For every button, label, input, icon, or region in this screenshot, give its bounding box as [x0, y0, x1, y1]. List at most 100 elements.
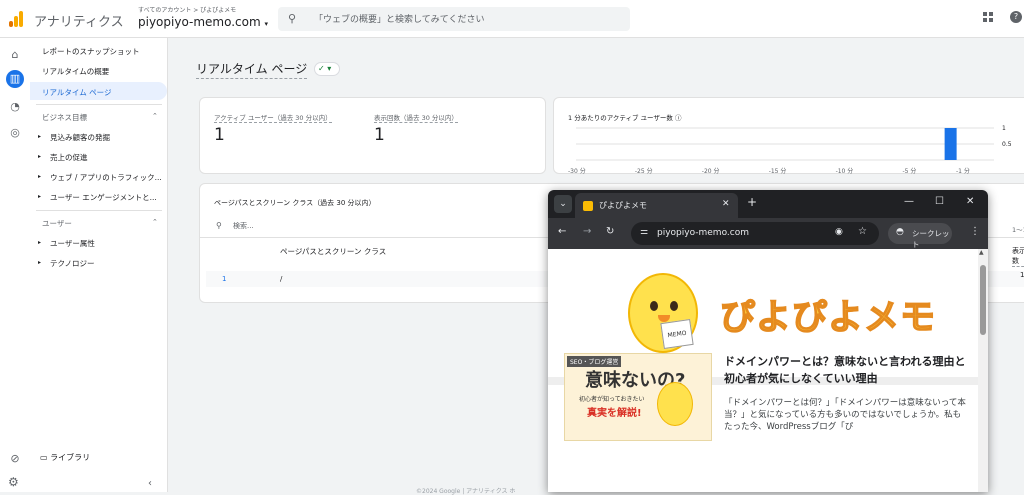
back-arrow-icon[interactable]: ←	[558, 226, 566, 237]
section-business-goals[interactable]: ビジネス目標	[42, 112, 87, 123]
nav-realtime-overview[interactable]: リアルタイムの概要	[42, 66, 109, 77]
caret-right-icon: ▸	[38, 133, 42, 140]
close-tab-icon[interactable]: ✕	[722, 199, 730, 209]
explore-icon[interactable]: ◔	[6, 98, 24, 116]
nav-drive-sales[interactable]: 売上の促進	[50, 152, 88, 163]
nav-demographics[interactable]: ユーザー属性	[50, 238, 95, 249]
minimize-icon[interactable]: —	[904, 196, 914, 207]
page-title: リアルタイム ページ	[196, 60, 308, 79]
nav-web-app-traffic[interactable]: ウェブ / アプリのトラフィック...	[50, 172, 162, 183]
nav-report-snapshot[interactable]: レポートのスナップショット	[42, 46, 140, 57]
settings-gear-icon[interactable]: ⚙	[8, 475, 19, 489]
caret-right-icon: ▸	[38, 153, 42, 160]
chevron-up-icon[interactable]: ⌃	[152, 218, 158, 226]
maximize-icon[interactable]: ☐	[935, 196, 944, 207]
table-pager: 1〜1/1	[1012, 226, 1024, 234]
web-page: MEMO ぴよぴよメモ SEO・ブログ運営 意味ないの? 初心者が知っておきたい…	[548, 249, 978, 492]
browser-tab-bar: ⌄ ぴよぴよメモ ✕ + — ☐ ✕	[548, 190, 988, 218]
metric-views-label[interactable]: 表示回数（過去 30 分以内）	[374, 112, 458, 123]
active-users-per-minute-card: 1 分あたりのアクティブ ユーザー数 ⓘ 1 0.5 -30 分 -25 分 -20 分…	[553, 97, 1024, 175]
address-url: piyopiyo-memo.com	[657, 228, 750, 238]
post-title-link[interactable]: ドメインパワーとは？意味ないと言われる理由と初心者が気にしなくていい理由	[724, 353, 968, 387]
window-close-icon[interactable]: ✕	[966, 196, 974, 207]
eye-off-icon[interactable]: ◉	[835, 227, 843, 237]
new-tab-icon[interactable]: +	[747, 195, 757, 209]
browser-toolbar: ← → ↻ ⚌ piyopiyo-memo.com ◉ ☆ ◓ シークレット	[548, 218, 988, 249]
thumbnail-subtext: 初心者が知っておきたい	[579, 396, 645, 403]
collapse-nav-icon[interactable]: ‹	[148, 478, 152, 489]
status-check-icon[interactable]: ✓ ▾	[314, 62, 340, 76]
thumbnail-highlight: 真実を解説!	[587, 408, 642, 419]
caret-right-icon: ▸	[38, 173, 42, 180]
tab-title: ぴよぴよメモ	[599, 201, 647, 210]
thumbnail-chick-icon	[657, 382, 693, 426]
property-selector[interactable]: piyopiyo-memo.com ▾	[138, 15, 268, 29]
x-tick-label: -10 分	[836, 167, 854, 175]
property-name: piyopiyo-memo.com	[138, 15, 261, 29]
analytics-logo-icon[interactable]	[9, 11, 23, 27]
scrollbar-thumb[interactable]	[980, 265, 986, 335]
site-favicon-icon	[583, 201, 593, 211]
metric-active-users-value: 1	[214, 125, 225, 145]
table-search-input[interactable]: 検索...	[233, 221, 254, 231]
incognito-icon: ◓	[896, 227, 904, 237]
x-tick-label: -5 分	[902, 167, 916, 175]
x-tick-label: -15 分	[769, 167, 787, 175]
metrics-card: アクティブ ユーザー（過去 30 分以内） 1 表示回数（過去 30 分以内） …	[199, 97, 546, 174]
forward-arrow-icon[interactable]: →	[583, 226, 591, 237]
nav-generate-leads[interactable]: 見込み顧客の発掘	[50, 132, 110, 143]
top-bar: アナリティクス すべてのアカウント > ぴよぴよメモ piyopiyo-memo…	[0, 0, 1024, 38]
browser-tab[interactable]: ぴよぴよメモ ✕	[575, 193, 738, 218]
metric-active-users-label[interactable]: アクティブ ユーザー（過去 30 分以内）	[214, 112, 332, 123]
bookmark-star-icon[interactable]: ☆	[858, 226, 867, 237]
advertising-icon[interactable]: ◎	[6, 124, 24, 142]
nav-user-engagement[interactable]: ユーザー エンゲージメントと...	[50, 192, 157, 203]
table-title: ページパスとスクリーン クラス（過去 30 分以内）	[214, 199, 376, 207]
browser-window: ⌄ ぴよぴよメモ ✕ + — ☐ ✕ ← → ↻ ⚌ piyopiyo-memo…	[548, 190, 988, 492]
chart-bar	[944, 128, 957, 160]
reports-icon[interactable]: ▥	[6, 70, 24, 88]
tab-list-chevron-icon[interactable]: ⌄	[554, 195, 572, 213]
search-icon: ⚲	[216, 221, 222, 230]
chevron-down-icon: ▾	[264, 20, 269, 28]
x-tick-label: -20 分	[702, 167, 720, 175]
library-link[interactable]: ▭ ライブラリ	[40, 452, 90, 463]
help-icon[interactable]: ?	[1010, 11, 1022, 23]
nav-realtime-pages[interactable]: リアルタイム ページ	[30, 82, 167, 100]
row-views-value: 1	[1020, 271, 1024, 279]
site-info-icon[interactable]: ⚌	[640, 227, 648, 237]
reload-icon[interactable]: ↻	[606, 226, 614, 237]
section-user[interactable]: ユーザー	[42, 218, 72, 229]
chick-eye	[650, 301, 658, 311]
search-input[interactable]: ⚲ 「ウェブの概要」と検索してみてください	[278, 7, 630, 31]
column-header-page-path[interactable]: ページパスとスクリーン クラス	[280, 246, 386, 257]
nav-technology[interactable]: テクノロジー	[50, 258, 95, 269]
incognito-button[interactable]: ◓ シークレット	[888, 223, 952, 249]
post-excerpt: 「ドメインパワーとは何？」「ドメインパワーは意味ないって本当？」と気になっている…	[724, 398, 966, 432]
folder-icon: ▭	[40, 453, 48, 462]
chick-mascot-icon: MEMO	[628, 273, 698, 353]
left-rail: ⌂ ▥ ◔ ◎ ⊘ ⚙	[0, 38, 30, 492]
chevron-up-icon[interactable]: ⌃	[152, 112, 158, 120]
caret-right-icon: ▸	[38, 259, 42, 266]
address-bar[interactable]: ⚌ piyopiyo-memo.com ◉ ☆	[631, 222, 879, 245]
page-scrollbar[interactable]: ▲	[978, 249, 988, 492]
app-title: アナリティクス	[34, 15, 124, 30]
post-thumbnail[interactable]: SEO・ブログ運営 意味ないの? 初心者が知っておきたい 真実を解説!	[564, 353, 712, 441]
row-page-path: /	[280, 275, 283, 283]
scroll-up-icon[interactable]: ▲	[979, 249, 984, 256]
x-tick-label: -1 分	[956, 167, 970, 175]
x-tick-label: -30 分	[568, 167, 586, 175]
site-logo-text[interactable]: ぴよぴよメモ	[719, 289, 936, 340]
browser-menu-icon[interactable]: ⋮	[970, 226, 980, 237]
metric-views-value: 1	[374, 125, 385, 145]
apps-grid-icon[interactable]	[983, 12, 994, 23]
nav-divider	[36, 104, 162, 105]
account-breadcrumb[interactable]: すべてのアカウント > ぴよぴよメモ	[138, 5, 236, 14]
home-icon[interactable]: ⌂	[6, 46, 24, 64]
search-placeholder: 「ウェブの概要」と検索してみてください	[314, 15, 485, 25]
column-header-views[interactable]: 表示回数	[1012, 246, 1024, 267]
admin-check-icon[interactable]: ⊘	[6, 450, 24, 468]
users-per-minute-chart: 1 0.5 -30 分 -25 分 -20 分 -15 分 -10 分 -5 分 -1 分	[568, 125, 1012, 175]
caret-right-icon: ▸	[38, 239, 42, 246]
